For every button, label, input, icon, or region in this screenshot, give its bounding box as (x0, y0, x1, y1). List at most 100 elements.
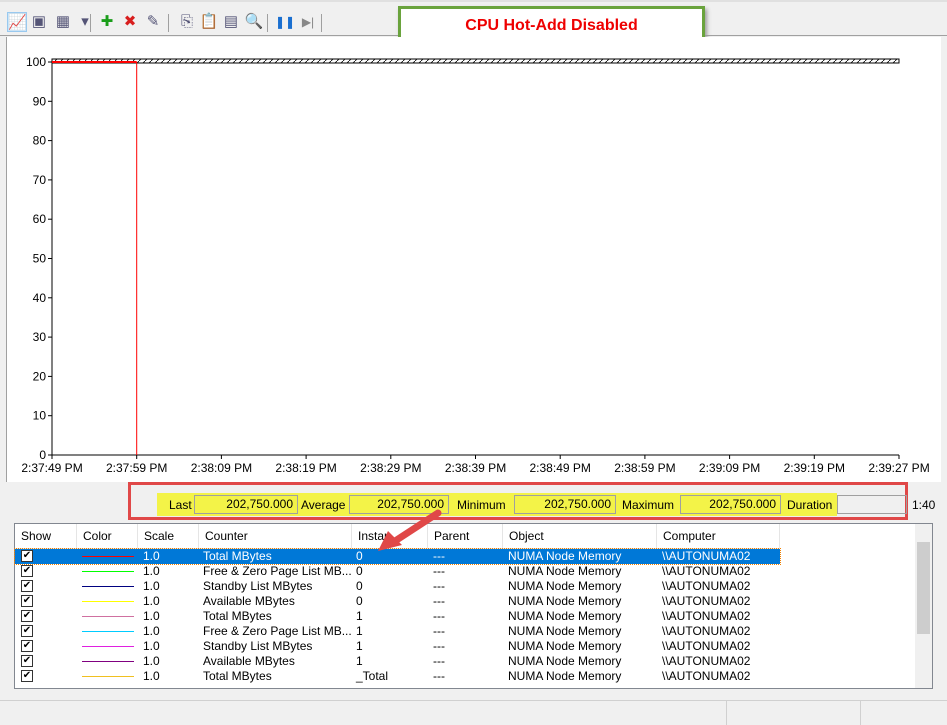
cell-scale: 1.0 (143, 639, 160, 653)
cell-instance: 1 (356, 609, 363, 623)
properties-icon[interactable]: ▤ (221, 12, 241, 32)
cell-parent: --- (433, 609, 445, 623)
highlight-icon[interactable]: ✎ (143, 12, 163, 32)
cell-object: NUMA Node Memory (508, 654, 622, 668)
x-tick-label: 2:39:27 PM (868, 461, 929, 475)
change-graph-type-icon[interactable]: ▦ (53, 12, 73, 32)
maximum-value: 202,750.000 (680, 495, 781, 514)
cell-counter: Standby List MBytes (203, 639, 313, 653)
statistics-bar: Last 202,750.000 Average 202,750.000 Min… (128, 482, 935, 520)
x-tick-label: 2:38:59 PM (614, 461, 675, 475)
show-checkbox[interactable]: ✔ (21, 610, 33, 622)
y-tick-label: 60 (33, 212, 47, 226)
vertical-scrollbar[interactable] (915, 524, 932, 688)
cell-object: NUMA Node Memory (508, 579, 622, 593)
minimum-label: Minimum (457, 498, 506, 512)
cell-instance: 0 (356, 564, 363, 578)
color-swatch (82, 571, 134, 572)
cell-parent: --- (433, 654, 445, 668)
table-row[interactable]: ✔ 1.0 Available MBytes 1 --- NUMA Node Memory… (15, 654, 780, 669)
average-label: Average (301, 498, 346, 512)
column-header[interactable]: Color (77, 524, 138, 549)
table-row[interactable]: ✔ 1.0 Total MBytes 1 --- NUMA Node Memory \\AU… (15, 609, 780, 624)
add-counter-icon[interactable]: ✚ (97, 12, 117, 32)
show-checkbox[interactable]: ✔ (21, 625, 33, 637)
color-swatch (82, 676, 134, 677)
cell-scale: 1.0 (143, 549, 160, 563)
cell-instance: 0 (356, 549, 363, 563)
cell-computer: \\AUTONUMA02 (662, 639, 751, 653)
column-header[interactable]: Counter (199, 524, 352, 549)
cell-computer: \\AUTONUMA02 (662, 594, 751, 608)
show-checkbox[interactable]: ✔ (21, 550, 33, 562)
delete-counter-icon[interactable]: ✖ (120, 12, 140, 32)
table-row[interactable]: ✔ 1.0 Standby List MBytes 1 --- NUMA Node Mem… (15, 639, 780, 654)
y-tick-label: 10 (33, 409, 47, 423)
cell-instance: 1 (356, 624, 363, 638)
cell-instance: 0 (356, 579, 363, 593)
cell-parent: --- (433, 564, 445, 578)
table-row[interactable]: ✔ 1.0 Total MBytes _Total --- NUMA Node Memor… (15, 669, 780, 684)
table-row[interactable]: ✔ 1.0 Available MBytes 0 --- NUMA Node Memory… (15, 594, 780, 609)
show-checkbox[interactable]: ✔ (21, 595, 33, 607)
x-tick-label: 2:37:59 PM (106, 461, 167, 475)
view-histogram-icon[interactable]: ▣ (29, 12, 49, 32)
cell-object: NUMA Node Memory (508, 549, 622, 563)
cell-object: NUMA Node Memory (508, 639, 622, 653)
y-tick-label: 0 (39, 448, 46, 462)
view-graph-icon[interactable]: 📈 (7, 12, 27, 32)
color-swatch (82, 661, 134, 662)
y-tick-label: 40 (33, 291, 47, 305)
column-header[interactable]: Scale (138, 524, 199, 549)
dropdown-arrow-icon[interactable]: ▾ (75, 12, 95, 32)
show-checkbox[interactable]: ✔ (21, 670, 33, 682)
color-swatch (82, 616, 134, 617)
cell-computer: \\AUTONUMA02 (662, 669, 751, 683)
y-tick-label: 90 (33, 94, 47, 108)
performance-graph[interactable]: 100 90 80 70 60 50 40 30 20 10 0 2:37:49 PM 2:37:59 … (6, 37, 941, 482)
paste-counter-list-icon[interactable]: 📋 (199, 12, 219, 32)
toolbar-separator (267, 14, 268, 32)
column-header[interactable]: Computer (657, 524, 780, 549)
table-row[interactable]: ✔ 1.0 Free & Zero Page List MB... 0 --- NUMA … (15, 564, 780, 579)
y-tick-label: 50 (33, 252, 47, 266)
y-tick-label: 70 (33, 173, 47, 187)
scroll-thumb[interactable] (917, 542, 930, 634)
y-tick-label: 80 (33, 134, 47, 148)
cell-counter: Available MBytes (203, 654, 295, 668)
column-header[interactable]: Object (503, 524, 657, 549)
freeze-display-icon[interactable]: ❚❚ (275, 12, 295, 32)
table-row[interactable]: ✔ 1.0 Free & Zero Page List MB... 1 --- NUMA … (15, 624, 780, 639)
show-checkbox[interactable]: ✔ (21, 640, 33, 652)
cell-scale: 1.0 (143, 669, 160, 683)
cell-counter: Total MBytes (203, 609, 272, 623)
cell-instance: 1 (356, 639, 363, 653)
cell-counter: Free & Zero Page List MB... (203, 564, 352, 578)
maximum-label: Maximum (622, 498, 675, 512)
cell-counter: Standby List MBytes (203, 579, 313, 593)
cell-counter: Total MBytes (203, 669, 272, 683)
cell-scale: 1.0 (143, 609, 160, 623)
y-tick-label: 20 (33, 369, 47, 383)
show-checkbox[interactable]: ✔ (21, 655, 33, 667)
duration-value: 1:40 (912, 498, 936, 512)
cell-instance: _Total (356, 669, 389, 683)
counter-list: Show Color Scale Counter Instan Parent Object C… (14, 523, 933, 689)
show-checkbox[interactable]: ✔ (21, 565, 33, 577)
cell-computer: \\AUTONUMA02 (662, 549, 751, 563)
cell-parent: --- (433, 624, 445, 638)
show-checkbox[interactable]: ✔ (21, 580, 33, 592)
cell-instance: 0 (356, 594, 363, 608)
cell-computer: \\AUTONUMA02 (662, 624, 751, 638)
cell-instance: 1 (356, 654, 363, 668)
cell-parent: --- (433, 669, 445, 683)
update-data-icon[interactable]: ▶| (298, 12, 318, 32)
copy-properties-icon[interactable]: ⎘ (177, 12, 197, 32)
cell-object: NUMA Node Memory (508, 669, 622, 683)
color-swatch (82, 556, 134, 557)
table-row[interactable]: ✔ 1.0 Standby List MBytes 0 --- NUMA Node Mem… (15, 579, 780, 594)
zoom-icon[interactable]: 🔍 (244, 12, 264, 32)
cell-parent: --- (433, 579, 445, 593)
column-header[interactable]: Show (15, 524, 77, 549)
duration-box (837, 495, 907, 514)
